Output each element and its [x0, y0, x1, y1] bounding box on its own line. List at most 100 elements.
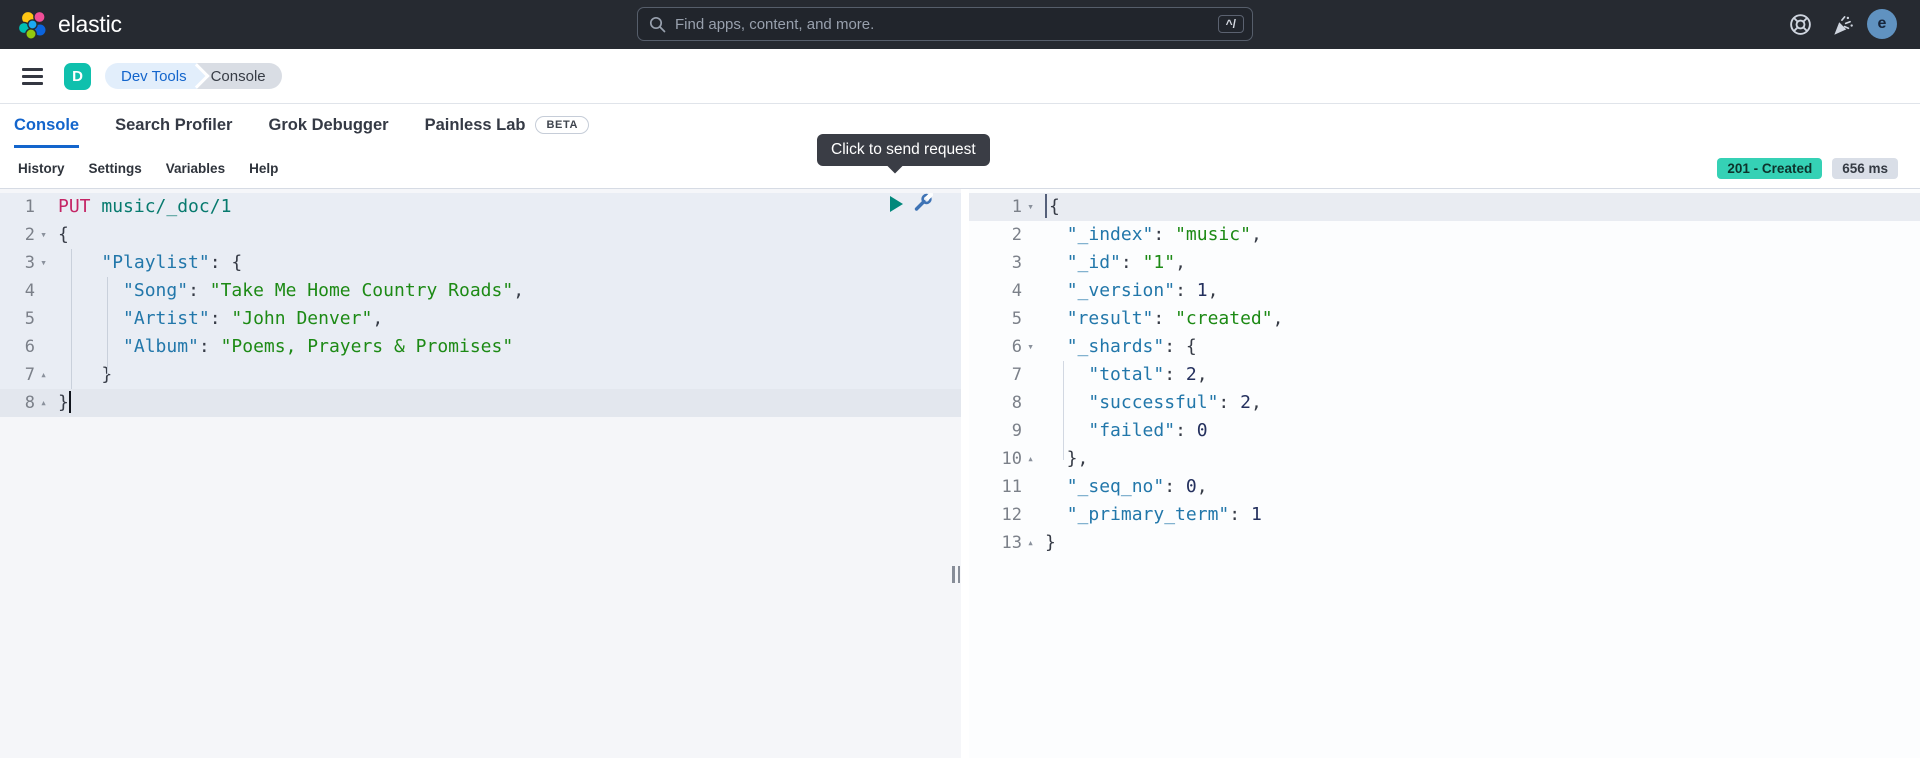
dev-tools-app-icon[interactable]: D — [64, 63, 91, 90]
request-options-wrench-button[interactable] — [912, 193, 933, 219]
response-line-10[interactable]: 10▴ }, — [969, 445, 1920, 473]
navigation-bar: D Dev ToolsConsole — [0, 49, 1920, 104]
app-icon-letter: D — [72, 68, 83, 85]
request-code-line: } — [50, 389, 71, 417]
request-line-1[interactable]: 1PUT music/_doc/1 — [0, 193, 961, 221]
response-line-13[interactable]: 13▴} — [969, 529, 1920, 557]
response-code-line: "result": "created", — [1037, 305, 1283, 333]
gutter: 12 — [969, 501, 1037, 529]
tab-painless-lab[interactable]: Painless LabBETA — [425, 105, 589, 148]
response-editor[interactable]: 1▾{2 "_index": "music",3 "_id": "1",4 "_… — [969, 189, 1920, 758]
request-code-line: { — [50, 221, 69, 249]
request-code-line: "Artist": "John Denver", — [50, 305, 383, 333]
fold-spacer — [1024, 277, 1037, 305]
response-line-2[interactable]: 2 "_index": "music", — [969, 221, 1920, 249]
breadcrumb-dev-tools[interactable]: Dev Tools — [105, 63, 197, 89]
fold-down-icon[interactable]: ▾ — [1024, 333, 1037, 361]
request-line-8[interactable]: 8▴} — [0, 389, 961, 417]
gutter: 2▾ — [0, 221, 50, 249]
tooltip: Click to send request — [817, 134, 990, 166]
resizer-handle-icon[interactable] — [952, 566, 960, 583]
search-shortcut-hint: ^/ — [1218, 15, 1244, 33]
request-code-line: PUT music/_doc/1 — [50, 193, 231, 221]
response-code-line: "_version": 1, — [1037, 277, 1218, 305]
elastic-logo-icon — [18, 10, 48, 40]
news-feed-button[interactable] — [1826, 0, 1860, 49]
gutter: 8 — [969, 389, 1037, 417]
response-line-12[interactable]: 12 "_primary_term": 1 — [969, 501, 1920, 529]
fold-up-icon[interactable]: ▴ — [37, 361, 50, 389]
line-number: 2 — [0, 221, 37, 249]
fold-spacer — [1024, 389, 1037, 417]
tab-label: Console — [14, 116, 79, 135]
fold-up-icon[interactable]: ▴ — [1024, 445, 1037, 473]
fold-down-icon[interactable]: ▾ — [1024, 193, 1037, 221]
toolbar-link-help[interactable]: Help — [249, 161, 278, 176]
request-line-6[interactable]: 6 "Album": "Poems, Prayers & Promises" — [0, 333, 961, 361]
request-line-5[interactable]: 5 "Artist": "John Denver", — [0, 305, 961, 333]
elastic-logo[interactable]: elastic — [18, 10, 122, 40]
tab-search-profiler[interactable]: Search Profiler — [115, 105, 232, 148]
response-time-badge: 656 ms — [1832, 158, 1898, 179]
send-request-button[interactable] — [890, 196, 903, 212]
indent-guide — [1063, 361, 1064, 460]
response-line-9[interactable]: 9 "failed": 0 — [969, 417, 1920, 445]
gutter: 10▴ — [969, 445, 1037, 473]
tab-console[interactable]: Console — [14, 105, 79, 148]
line-number: 8 — [969, 389, 1024, 417]
response-code-line: } — [1037, 529, 1056, 557]
search-icon — [649, 16, 666, 33]
tab-grok-debugger[interactable]: Grok Debugger — [268, 105, 388, 148]
toolbar-link-variables[interactable]: Variables — [166, 161, 225, 176]
request-line-3[interactable]: 3▾ "Playlist": { — [0, 249, 961, 277]
fold-down-icon[interactable]: ▾ — [37, 221, 50, 249]
search-placeholder: Find apps, content, and more. — [675, 16, 874, 33]
line-number: 8 — [0, 389, 37, 417]
response-line-11[interactable]: 11 "_seq_no": 0, — [969, 473, 1920, 501]
response-line-4[interactable]: 4 "_version": 1, — [969, 277, 1920, 305]
response-line-8[interactable]: 8 "successful": 2, — [969, 389, 1920, 417]
response-line-3[interactable]: 3 "_id": "1", — [969, 249, 1920, 277]
request-line-4[interactable]: 4 "Song": "Take Me Home Country Roads", — [0, 277, 961, 305]
help-button[interactable] — [1783, 0, 1817, 49]
fold-spacer — [1024, 221, 1037, 249]
response-line-5[interactable]: 5 "result": "created", — [969, 305, 1920, 333]
wrench-icon — [912, 193, 933, 214]
user-avatar[interactable]: e — [1867, 9, 1897, 39]
response-line-6[interactable]: 6▾ "_shards": { — [969, 333, 1920, 361]
fold-up-icon[interactable]: ▴ — [37, 389, 50, 417]
response-code-line: "_index": "music", — [1037, 221, 1262, 249]
gutter: 13▴ — [969, 529, 1037, 557]
line-number: 5 — [969, 305, 1024, 333]
indent-guide — [71, 249, 72, 389]
response-line-1[interactable]: 1▾{ — [969, 193, 1920, 221]
request-line-7[interactable]: 7▴ } — [0, 361, 961, 389]
gutter: 5 — [969, 305, 1037, 333]
text-cursor — [69, 391, 71, 413]
logo-text: elastic — [58, 11, 122, 38]
gutter: 7 — [969, 361, 1037, 389]
gutter: 11 — [969, 473, 1037, 501]
toolbar-link-history[interactable]: History — [18, 161, 65, 176]
fold-up-icon[interactable]: ▴ — [1024, 529, 1037, 557]
fold-spacer — [1024, 361, 1037, 389]
request-line-2[interactable]: 2▾{ — [0, 221, 961, 249]
gutter: 8▴ — [0, 389, 50, 417]
fold-spacer — [1024, 249, 1037, 277]
gutter: 7▴ — [0, 361, 50, 389]
request-editor[interactable]: 1PUT music/_doc/12▾{3▾ "Playlist": {4 "S… — [0, 189, 961, 758]
global-search-input[interactable]: Find apps, content, and more. ^/ — [637, 7, 1253, 41]
line-number: 1 — [969, 193, 1024, 221]
menu-button[interactable] — [22, 68, 43, 85]
toolbar-link-settings[interactable]: Settings — [89, 161, 142, 176]
fold-down-icon[interactable]: ▾ — [37, 249, 50, 277]
fold-spacer — [37, 333, 50, 361]
response-code-line: "_primary_term": 1 — [1037, 501, 1262, 529]
status-badge: 201 - Created — [1717, 158, 1822, 179]
line-number: 3 — [969, 249, 1024, 277]
response-line-7[interactable]: 7 "total": 2, — [969, 361, 1920, 389]
fold-spacer — [1024, 305, 1037, 333]
line-number: 4 — [0, 277, 37, 305]
life-buoy-icon — [1788, 12, 1813, 37]
response-code-line: "successful": 2, — [1037, 389, 1262, 417]
